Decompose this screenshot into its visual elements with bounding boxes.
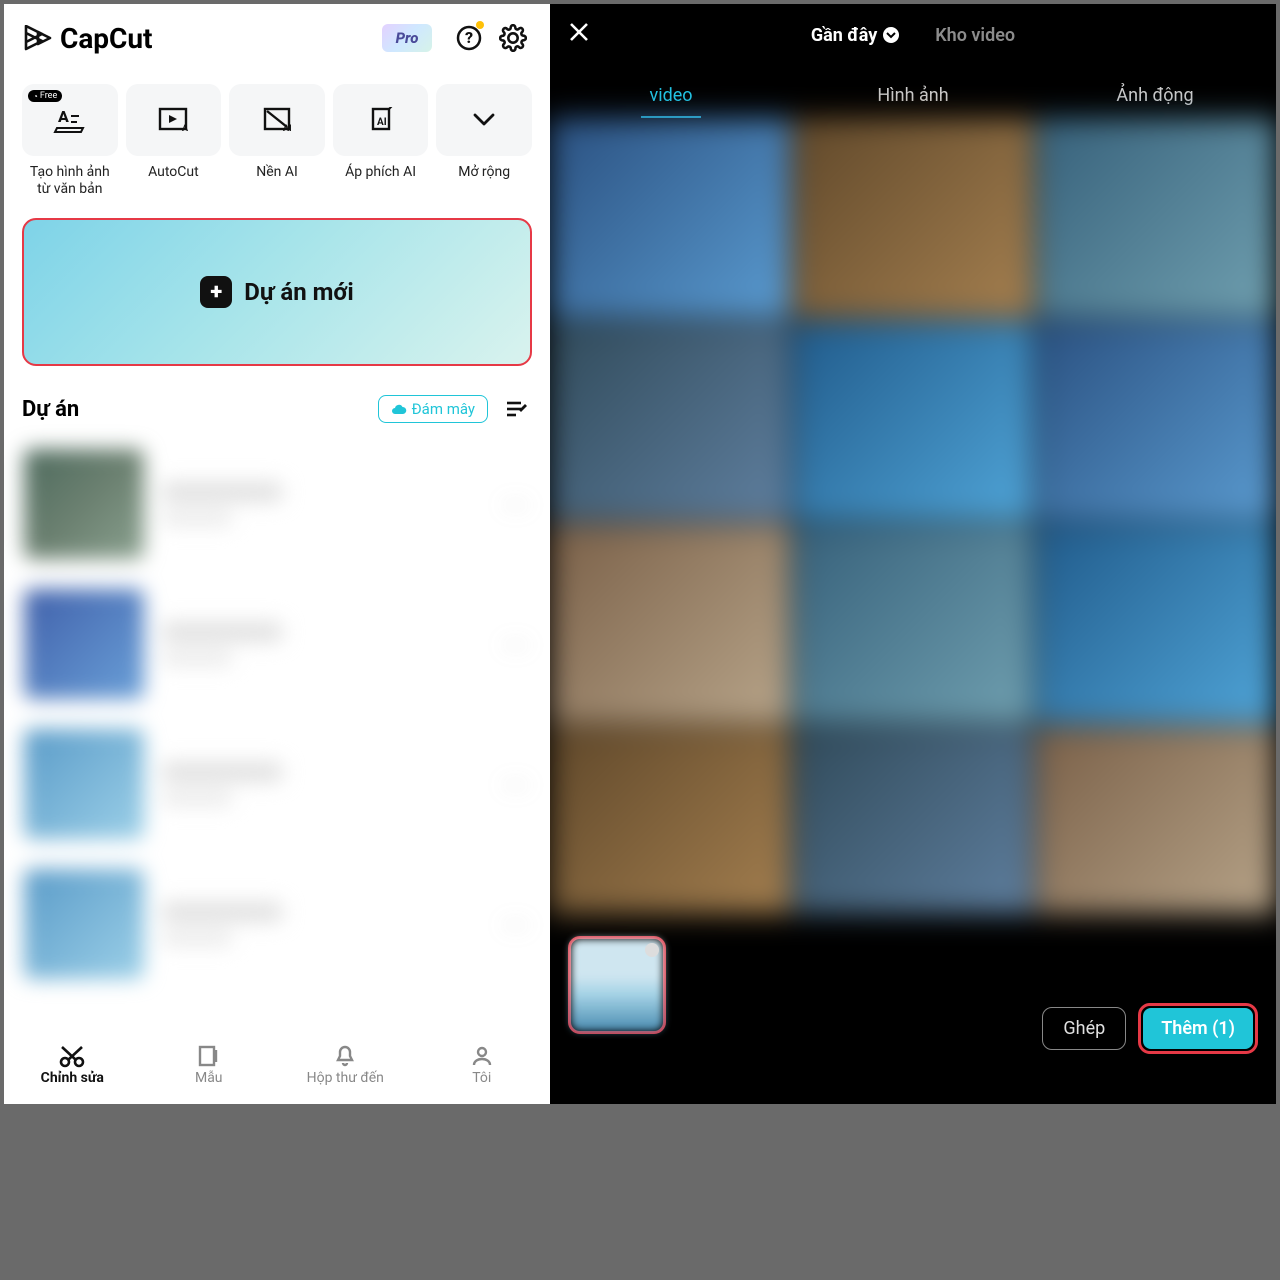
tool-label: AutoCut xyxy=(148,164,199,198)
tool-text-to-image[interactable]: ◔Free A Tạo hình ảnh từ văn bản xyxy=(22,84,118,198)
tab-gif[interactable]: Ảnh động xyxy=(1034,85,1276,118)
album-selector[interactable]: Gần đây xyxy=(811,25,899,46)
close-button[interactable] xyxy=(568,20,598,50)
person-icon xyxy=(470,1044,494,1068)
top-bar: CapCut Pro ? xyxy=(4,4,550,72)
capcut-logo-icon xyxy=(22,25,54,51)
bell-icon xyxy=(333,1044,357,1068)
project-item[interactable]: ⋮ xyxy=(10,434,544,574)
notification-dot-icon xyxy=(476,21,484,29)
media-gallery[interactable] xyxy=(550,118,1276,914)
chevron-down-icon xyxy=(473,113,495,127)
tool-label: Mở rộng xyxy=(458,164,510,198)
selected-media-thumb[interactable] xyxy=(568,936,666,1034)
nav-edit[interactable]: Chỉnh sửa xyxy=(4,1026,141,1104)
svg-text:?: ? xyxy=(465,28,473,47)
close-icon xyxy=(568,21,590,43)
nav-inbox[interactable]: Hộp thư đến xyxy=(277,1026,414,1104)
nav-templates[interactable]: Mẫu xyxy=(141,1026,278,1104)
scissors-icon xyxy=(59,1044,85,1068)
tool-ai-poster[interactable]: AI Áp phích AI xyxy=(333,84,429,198)
media-picker-screen: Gần đây Kho video video Hình ảnh Ảnh độn… xyxy=(550,4,1276,1104)
chevron-down-icon xyxy=(883,27,899,43)
app-logo: CapCut xyxy=(22,22,153,55)
picker-bottom-bar: Ghép Thêm (1) xyxy=(550,914,1276,1104)
templates-icon xyxy=(197,1044,221,1068)
autocut-icon: AI xyxy=(158,107,188,133)
tab-video[interactable]: video xyxy=(550,85,792,118)
add-button[interactable]: Thêm (1) xyxy=(1143,1008,1253,1049)
gear-icon xyxy=(499,24,527,52)
add-button-highlight: Thêm (1) xyxy=(1138,1003,1258,1054)
project-list: ⋮ ⋮ ⋮ ⋮ xyxy=(4,434,550,1104)
picker-top-bar: Gần đây Kho video xyxy=(550,4,1276,66)
bottom-nav: Chỉnh sửa Mẫu Hộp thư đến Tôi xyxy=(4,1026,550,1104)
edit-list-icon xyxy=(506,400,528,418)
projects-title: Dự án xyxy=(22,397,79,422)
brand-name: CapCut xyxy=(60,22,153,55)
project-item[interactable]: ⋮ xyxy=(10,854,544,994)
tool-autocut[interactable]: AI AutoCut xyxy=(126,84,222,198)
cloud-icon xyxy=(391,403,407,415)
tool-label: Tạo hình ảnh từ văn bản xyxy=(22,164,118,198)
ai-background-icon: AI xyxy=(263,107,291,133)
tool-expand[interactable]: Mở rộng xyxy=(436,84,532,198)
projects-header: Dự án Đám mây xyxy=(4,366,550,434)
home-screen: CapCut Pro ? ◔Free A Tạo hình ảnh từ văn… xyxy=(4,4,550,1104)
pro-badge[interactable]: Pro xyxy=(382,24,432,52)
svg-text:A: A xyxy=(58,107,69,126)
ai-poster-icon: AI xyxy=(367,107,395,133)
media-type-tabs: video Hình ảnh Ảnh động xyxy=(550,66,1276,118)
svg-text:AI: AI xyxy=(283,124,291,133)
cloud-button[interactable]: Đám mây xyxy=(378,395,488,423)
project-item[interactable]: ⋮ xyxy=(10,574,544,714)
free-tag: ◔Free xyxy=(28,90,62,102)
new-project-label: Dự án mới xyxy=(244,278,353,306)
tool-ai-bg[interactable]: AI Nền AI xyxy=(229,84,325,198)
svg-text:AI: AI xyxy=(182,124,188,133)
edit-list-button[interactable] xyxy=(502,394,532,424)
plus-icon: + xyxy=(200,276,232,308)
text-to-image-icon: A xyxy=(53,106,87,134)
stock-video-tab[interactable]: Kho video xyxy=(935,25,1015,46)
tool-row: ◔Free A Tạo hình ảnh từ văn bản AI AutoC… xyxy=(4,72,550,198)
nav-me[interactable]: Tôi xyxy=(414,1026,551,1104)
project-item[interactable]: ⋮ xyxy=(10,714,544,854)
tool-label: Áp phích AI xyxy=(345,164,416,198)
svg-text:AI: AI xyxy=(377,117,387,128)
new-project-button[interactable]: + Dự án mới xyxy=(22,218,532,366)
settings-button[interactable] xyxy=(494,19,532,57)
tab-image[interactable]: Hình ảnh xyxy=(792,85,1034,118)
tool-label: Nền AI xyxy=(256,164,298,198)
join-button[interactable]: Ghép xyxy=(1042,1007,1126,1050)
help-button[interactable]: ? xyxy=(450,19,488,57)
